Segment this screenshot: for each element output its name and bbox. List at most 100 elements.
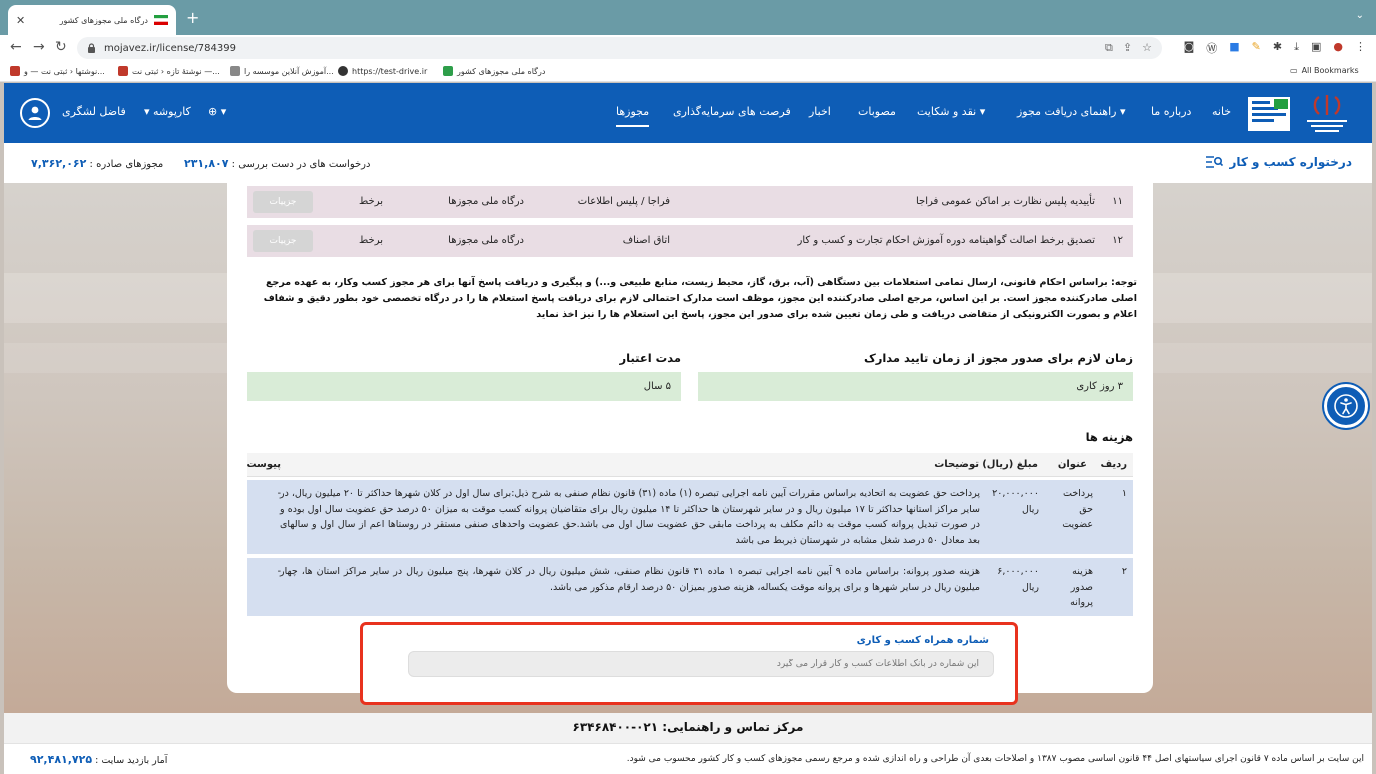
requirement-authority: اتاق اصناف	[622, 235, 670, 246]
ministry-logo[interactable]	[1244, 93, 1294, 135]
requirement-authority: فراجا / پلیس اطلاعات	[577, 196, 670, 207]
star-icon[interactable]: ☆	[1142, 41, 1152, 55]
details-button[interactable]: جزییات	[253, 230, 313, 252]
issue-time-label: زمان لازم برای صدور مجوز از زمان تایید م…	[863, 351, 1133, 365]
chevron-down-icon: ▾	[144, 105, 150, 118]
footer-text: این سایت بر اساس ماده ۷ قانون اجرای سیاس…	[626, 754, 1364, 764]
user-icon	[28, 106, 42, 120]
globe-icon	[338, 66, 348, 76]
column-header: عنوان	[1057, 459, 1087, 470]
government-emblem-logo[interactable]	[1297, 93, 1357, 135]
bookmark-item[interactable]: آموزش آنلاین موسسه را...	[230, 66, 334, 76]
reload-icon[interactable]: ↻	[55, 39, 67, 55]
forward-icon[interactable]: →	[33, 39, 45, 55]
language-selector[interactable]: ⊕ ▾	[208, 105, 226, 118]
requirement-title: تأییدیه پلیس نظارت بر اماکن عمومی فراجا	[916, 196, 1095, 207]
accessibility-icon	[1334, 394, 1358, 418]
requirement-channel: درگاه ملی مجوزها	[448, 235, 524, 246]
business-mobile-input[interactable]	[408, 651, 994, 677]
chevron-down-icon: ▾	[979, 105, 986, 118]
nav-guide[interactable]: راهنمای دریافت مجوز ▾	[1017, 105, 1126, 118]
requirement-title: تصدیق برخط اصالت گواهینامه دوره آموزش اح…	[797, 235, 1095, 246]
nav-complaints[interactable]: نقد و شکایت ▾	[917, 105, 985, 118]
address-bar[interactable]: mojavez.ir/license/784399 ⧉ ⇪ ☆	[77, 37, 1162, 59]
business-mobile-label: شماره همراه کسب و کاری	[856, 635, 989, 646]
url-text: mojavez.ir/license/784399	[104, 42, 236, 54]
fees-title: هزینه ها	[1085, 430, 1133, 444]
nav-licenses[interactable]: مجوزها	[616, 105, 650, 127]
menu-icon[interactable]: ⋮	[1355, 40, 1366, 56]
fees-table-header: ردیف عنوان مبلغ (ریال) توضیحات پیوست	[246, 453, 1133, 477]
user-name[interactable]: فاضل لشگری	[62, 105, 126, 118]
nav-news[interactable]: اخبار	[809, 105, 831, 118]
new-tab-icon[interactable]: +	[186, 8, 199, 27]
wordpress-icon[interactable]: Ⓦ	[1206, 40, 1217, 56]
column-header: توضیحات	[934, 459, 979, 470]
business-mobile-section: شماره همراه کسب و کاری	[360, 622, 1018, 705]
column-header: پیوست	[246, 459, 281, 470]
contact-center: مرکز تماس و راهنمایی: ۰۲۱-۶۳۴۶۸۴۰۰	[4, 713, 1372, 743]
fee-description: پرداخت حق عضویت به اتحادیه براساس مقررات…	[280, 488, 981, 546]
chevron-down-icon: ▾	[1119, 105, 1126, 118]
column-header: مبلغ (ریال)	[982, 459, 1038, 470]
bookmark-icon	[230, 66, 240, 76]
translate-icon[interactable]: ⧉	[1105, 41, 1113, 55]
business-tree-link[interactable]: درختواره کسب و کار	[1205, 155, 1352, 169]
back-icon[interactable]: ←	[10, 39, 22, 55]
nav-resolutions[interactable]: مصوبات	[858, 105, 896, 118]
bookmark-item[interactable]: نوشتها ‹ ثبتی نت — و...	[10, 66, 105, 76]
fee-description: هزینه صدور پروانه: براساس ماده ۹ آیین نا…	[280, 566, 981, 593]
nav-about[interactable]: درباره ما	[1151, 105, 1191, 118]
table-row: ۲ هزینه صدور پروانه ۶,۰۰۰,۰۰۰ ریال هزینه…	[247, 558, 1133, 616]
validity-label: مدت اعتبار	[619, 351, 681, 365]
nav-home[interactable]: خانه	[1212, 105, 1231, 118]
fee-attachment: -	[277, 566, 281, 577]
bookmark-item[interactable]: درگاه ملی مجوزهای کشور	[443, 66, 545, 76]
row-number: ۱۲	[1112, 235, 1123, 246]
extension-icon-2[interactable]: ✎	[1252, 40, 1261, 56]
site-footer: این سایت بر اساس ماده ۷ قانون اجرای سیاس…	[4, 743, 1372, 774]
nav-investment[interactable]: فرصت های سرمایه‌گذاری	[673, 105, 791, 118]
chevron-down-icon[interactable]: ⌄	[1356, 10, 1364, 21]
avatar[interactable]	[20, 98, 50, 128]
sidepanel-icon[interactable]: ▣	[1311, 40, 1321, 56]
globe-icon: ⊕	[208, 105, 218, 118]
fee-name: پرداخت حق عضویت	[1062, 488, 1093, 530]
requirement-channel: درگاه ملی مجوزها	[448, 196, 524, 207]
row-number: ۱۱	[1112, 196, 1123, 207]
fee-amount: ۲۰,۰۰۰,۰۰۰ ریال	[992, 488, 1039, 515]
bookmarks-bar: نوشتها ‹ ثبتی نت — و... نوشتهٔ تازه ‹ ثب…	[0, 62, 1376, 82]
bookmark-item[interactable]: https://test-drive.ir	[338, 66, 427, 76]
row-number: ۱	[1121, 488, 1127, 499]
camera-icon[interactable]: ◙	[1184, 40, 1195, 56]
requirement-mode: برخط	[359, 235, 383, 246]
accessibility-button[interactable]	[1324, 384, 1368, 428]
issue-time-value: ۳ روز کاری	[698, 372, 1133, 401]
fee-name: هزینه صدور پروانه	[1070, 566, 1093, 608]
details-button[interactable]: جزییات	[253, 191, 313, 213]
share-icon[interactable]: ⇪	[1123, 41, 1132, 55]
browser-tab[interactable]: درگاه ملی مجوزهای کشور ✕	[8, 5, 176, 35]
search-list-icon	[1206, 156, 1224, 168]
bookmark-icon	[443, 66, 453, 76]
validity-value: ۵ سال	[247, 372, 681, 401]
bookmark-item[interactable]: نوشتهٔ تازه ‹ ثبتی نت —...	[118, 66, 220, 76]
profile-icon[interactable]: ●	[1333, 40, 1343, 56]
requirement-mode: برخط	[359, 196, 383, 207]
fee-amount: ۶,۰۰۰,۰۰۰ ریال	[997, 566, 1039, 593]
folder-icon: ▭	[1290, 66, 1298, 75]
download-icon[interactable]: ⤓	[1294, 40, 1299, 56]
site-visits-stat: آمار بازدید سایت : ۹۲,۴۸۱,۷۲۵	[30, 753, 168, 766]
all-bookmarks[interactable]: ▭ All Bookmarks	[1290, 66, 1359, 75]
extension-icon[interactable]: ■	[1229, 40, 1239, 56]
bookmark-icon	[118, 66, 128, 76]
puzzle-icon[interactable]: ✱	[1273, 40, 1282, 56]
close-icon[interactable]: ✕	[16, 14, 25, 27]
table-row: ۱۱ تأییدیه پلیس نظارت بر اماکن عمومی فرا…	[247, 186, 1133, 218]
site-header: خانه درباره ما راهنمای دریافت مجوز ▾ نقد…	[4, 83, 1372, 143]
inquiry-note: توجه: براساس احکام قانونی، ارسال تمامی ا…	[263, 277, 1137, 320]
table-row: ۱۲ تصدیق برخط اصالت گواهینامه دوره آموزش…	[247, 225, 1133, 257]
browser-tabstrip: درگاه ملی مجوزهای کشور ✕ + ⌄	[0, 0, 1376, 35]
table-row: ۱ پرداخت حق عضویت ۲۰,۰۰۰,۰۰۰ ریال پرداخت…	[247, 480, 1133, 554]
user-dashboard-menu[interactable]: ▾ کارپوشه	[144, 105, 191, 118]
